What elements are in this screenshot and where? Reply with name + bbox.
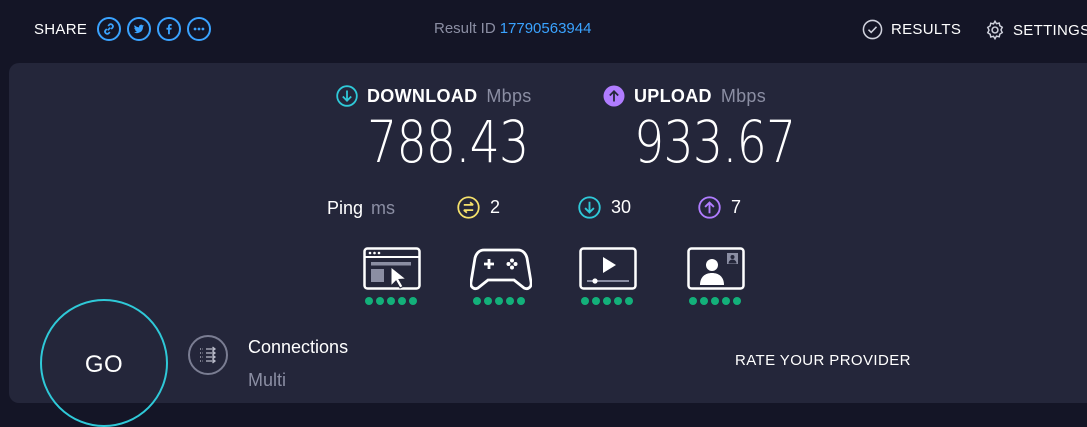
check-circle-icon (862, 19, 883, 40)
ping-upload: 7 (698, 196, 741, 219)
rating-dot (689, 297, 697, 305)
rating-dot (365, 297, 373, 305)
go-button[interactable]: GO (40, 299, 168, 427)
download-arrow-icon (336, 85, 358, 107)
upload-arrow-icon (603, 85, 625, 107)
facebook-icon[interactable] (157, 17, 182, 41)
rating-dot (614, 297, 622, 305)
ping-download: 30 (578, 196, 631, 219)
video-streaming-rating (581, 297, 633, 305)
link-icon[interactable] (97, 17, 122, 41)
rating-dot (625, 297, 633, 305)
rating-dot (722, 297, 730, 305)
ping-unit: ms (371, 198, 396, 218)
download-value: 788.43 (367, 108, 529, 176)
rating-dot (581, 297, 589, 305)
share-label: SHARE (34, 20, 88, 38)
rating-dot (495, 297, 503, 305)
download-latency-icon (578, 196, 601, 219)
ping-label-group: Ping ms (327, 198, 395, 219)
rating-dot (517, 297, 525, 305)
upload-value: 933.67 (634, 108, 796, 176)
twitter-icon[interactable] (127, 17, 152, 41)
rating-dot (700, 297, 708, 305)
ping-upload-value: 7 (731, 197, 742, 217)
gear-icon (986, 19, 1004, 41)
gaming-rating (473, 297, 525, 305)
download-unit: Mbps (486, 85, 532, 106)
video-streaming-icon (579, 247, 637, 290)
settings-button[interactable]: SETTINGS (984, 19, 1087, 41)
result-id-display: Result ID 17790563944 (434, 20, 591, 37)
ping-idle: 2 (457, 196, 500, 219)
go-label: GO (84, 351, 124, 378)
rating-dot (733, 297, 741, 305)
results-label: RESULTS (891, 21, 962, 38)
rating-dot (398, 297, 406, 305)
rating-dot (387, 297, 395, 305)
results-panel (9, 63, 1087, 403)
ping-download-value: 30 (611, 197, 632, 217)
top-bar: SHARE Result ID 17790563944 RESULTS SETTI… (0, 0, 1087, 60)
rating-dot (711, 297, 719, 305)
upload-unit: Mbps (720, 85, 767, 106)
download-label: DOWNLOAD (367, 85, 478, 106)
ping-label: Ping (327, 198, 364, 218)
results-button[interactable]: RESULTS (862, 19, 961, 40)
connections-icon[interactable] (188, 335, 228, 375)
connections-value[interactable]: Multi (248, 370, 286, 391)
web-browsing-icon (363, 247, 421, 290)
rating-dot (376, 297, 384, 305)
connections-title: Connections (248, 337, 349, 357)
rate-provider-heading: RATE YOUR PROVIDER (735, 352, 911, 369)
web-browsing-rating (365, 297, 417, 305)
video-chat-rating (689, 297, 741, 305)
download-header: DOWNLOAD Mbps (336, 85, 532, 107)
ping-idle-value: 2 (490, 197, 501, 217)
rating-dot (473, 297, 481, 305)
result-id-link[interactable]: 17790563944 (500, 20, 592, 37)
upload-latency-icon (698, 196, 721, 219)
idle-latency-icon (457, 196, 480, 219)
rating-dot (409, 297, 417, 305)
rating-dot (592, 297, 600, 305)
rating-dot (484, 297, 492, 305)
gaming-icon (470, 248, 532, 291)
result-id-label: Result ID (434, 20, 496, 37)
upload-header: UPLOAD Mbps (603, 85, 766, 107)
rating-dot (603, 297, 611, 305)
video-chat-icon (687, 247, 745, 290)
share-group: SHARE (34, 15, 212, 43)
rating-dot (506, 297, 514, 305)
upload-label: UPLOAD (634, 85, 712, 106)
more-icon[interactable] (187, 17, 212, 41)
settings-label: SETTINGS (1013, 21, 1087, 39)
